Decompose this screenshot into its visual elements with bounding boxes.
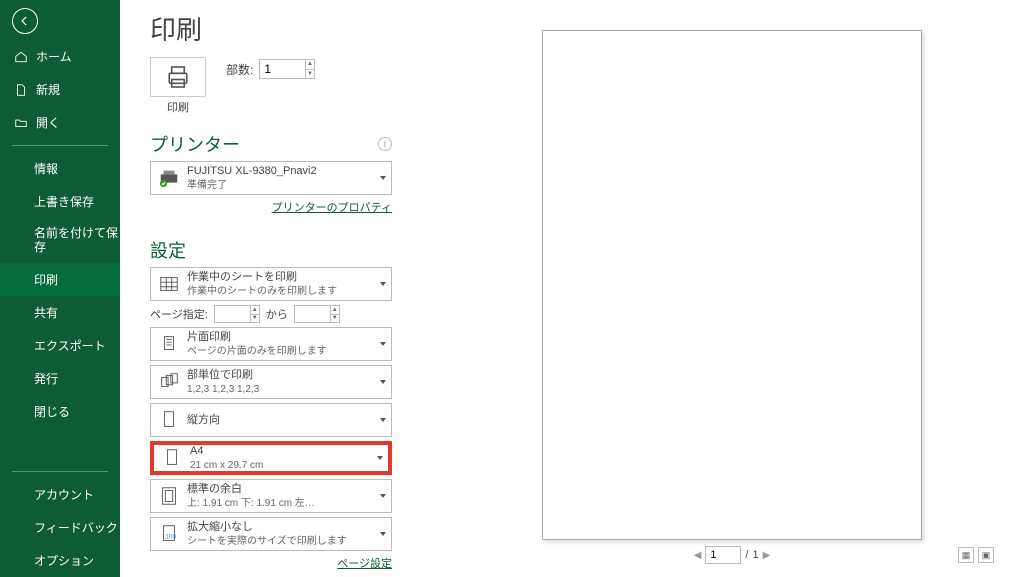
copies-label: 部数: xyxy=(226,61,253,78)
printer-properties-link[interactable]: プリンターのプロパティ xyxy=(150,199,392,215)
scaling-dropdown[interactable]: 100 拡大縮小なしシートを実際のサイズで印刷します xyxy=(150,517,392,551)
divider xyxy=(12,145,108,146)
backstage-sidebar: ホーム 新規 開く 情報 上書き保存 名前を付けて保存 印刷 共有 エクスポート… xyxy=(0,0,120,577)
sidebar-item-info[interactable]: 情報 xyxy=(0,152,120,185)
preview-page xyxy=(542,30,922,540)
single-side-icon xyxy=(157,332,181,356)
page-title: 印刷 xyxy=(150,10,392,47)
sidebar-item-save[interactable]: 上書き保存 xyxy=(0,185,120,218)
info-icon[interactable]: i xyxy=(378,137,392,151)
sidebar-label: 閉じる xyxy=(34,403,70,420)
home-icon xyxy=(14,50,28,64)
sidebar-item-close[interactable]: 閉じる xyxy=(0,395,120,428)
print-preview-panel: ◀ / 1 ▶ ▦ ▣ xyxy=(400,0,1024,577)
prev-page-button[interactable]: ◀ xyxy=(694,550,702,561)
sidebar-item-share[interactable]: 共有 xyxy=(0,296,120,329)
chevron-down-icon xyxy=(380,494,386,498)
page-range-mid: から xyxy=(266,306,288,322)
printer-status: 準備完了 xyxy=(187,179,317,192)
sidebar-label: 共有 xyxy=(34,304,58,321)
sidebar-label: 名前を付けて保存 xyxy=(34,226,120,255)
back-button[interactable] xyxy=(12,8,38,34)
sides-dropdown[interactable]: 片面印刷ページの片面のみを印刷します xyxy=(150,327,392,361)
settings-section-header: 設定 xyxy=(150,237,392,263)
svg-text:100: 100 xyxy=(165,534,176,541)
page-from-spinner[interactable]: ▲▼ xyxy=(214,305,260,323)
portrait-icon xyxy=(157,408,181,432)
collate-icon xyxy=(157,370,181,394)
sidebar-label: 発行 xyxy=(34,370,58,387)
sidebar-item-account[interactable]: アカウント xyxy=(0,478,120,511)
sidebar-label: 新規 xyxy=(36,81,60,98)
sidebar-label: アカウント xyxy=(34,486,94,503)
print-area-dropdown[interactable]: 作業中のシートを印刷作業中のシートのみを印刷します xyxy=(150,267,392,301)
sidebar-item-feedback[interactable]: フィードバック xyxy=(0,511,120,544)
printer-dropdown[interactable]: FUJITSU XL-9380_Pnavi2 準備完了 xyxy=(150,161,392,195)
sidebar-item-new[interactable]: 新規 xyxy=(0,73,120,106)
arrow-left-icon xyxy=(18,14,32,28)
chevron-down-icon xyxy=(380,380,386,384)
sidebar-label: オプション xyxy=(34,552,94,569)
copies-spinner[interactable]: ▲▼ xyxy=(259,59,315,79)
sidebar-item-save-as[interactable]: 名前を付けて保存 xyxy=(0,218,120,263)
sheet-grid-icon xyxy=(157,272,181,296)
sidebar-label: エクスポート xyxy=(34,337,106,354)
file-icon xyxy=(14,83,28,97)
sidebar-label: 上書き保存 xyxy=(34,193,94,210)
copies-input[interactable] xyxy=(260,60,304,78)
paper-size-dropdown[interactable]: A421 cm x 29.7 cm xyxy=(150,441,392,475)
preview-pager: ◀ / 1 ▶ ▦ ▣ xyxy=(460,540,1004,570)
zoom-to-page-button[interactable]: ▣ xyxy=(978,547,994,563)
pager-sep: / xyxy=(745,549,748,561)
sidebar-label: 印刷 xyxy=(34,271,58,288)
sidebar-label: フィードバック xyxy=(34,519,118,536)
printer-name: FUJITSU XL-9380_Pnavi2 xyxy=(187,164,317,178)
page-range-label: ページ指定: xyxy=(150,306,208,322)
sidebar-label: 情報 xyxy=(34,160,58,177)
no-scale-icon: 100 xyxy=(157,522,181,546)
page-size-icon xyxy=(160,446,184,470)
show-margins-button[interactable]: ▦ xyxy=(958,547,974,563)
print-settings-panel: 印刷 印刷 部数: ▲▼ プリンター i xyxy=(120,0,400,577)
sidebar-item-open[interactable]: 開く xyxy=(0,106,120,139)
page-from-input[interactable] xyxy=(215,306,250,322)
chevron-down-icon xyxy=(380,282,386,286)
print-button[interactable]: 印刷 xyxy=(150,57,206,115)
sidebar-item-options[interactable]: オプション xyxy=(0,544,120,577)
folder-open-icon xyxy=(14,116,28,130)
page-current-input[interactable] xyxy=(705,546,741,564)
chevron-down-icon xyxy=(380,342,386,346)
printer-section-label: プリンター xyxy=(150,131,240,157)
page-to-spinner[interactable]: ▲▼ xyxy=(294,305,340,323)
margins-dropdown[interactable]: 標準の余白上: 1.91 cm 下: 1.91 cm 左… xyxy=(150,479,392,513)
margins-icon xyxy=(157,484,181,508)
chevron-down-icon xyxy=(380,418,386,422)
page-setup-link[interactable]: ページ設定 xyxy=(150,555,392,571)
sidebar-item-publish[interactable]: 発行 xyxy=(0,362,120,395)
sidebar-item-print[interactable]: 印刷 xyxy=(0,263,120,296)
printer-ready-icon xyxy=(157,166,181,190)
divider xyxy=(12,471,108,472)
orientation-dropdown[interactable]: 縦方向 xyxy=(150,403,392,437)
print-button-label: 印刷 xyxy=(167,102,189,114)
settings-section-label: 設定 xyxy=(150,237,186,263)
collate-dropdown[interactable]: 部単位で印刷1,2,3 1,2,3 1,2,3 xyxy=(150,365,392,399)
spin-up-icon[interactable]: ▲ xyxy=(306,60,315,70)
printer-icon xyxy=(150,57,206,97)
chevron-down-icon xyxy=(380,532,386,536)
sidebar-item-home[interactable]: ホーム xyxy=(0,40,120,73)
sidebar-label: ホーム xyxy=(36,48,72,65)
chevron-down-icon xyxy=(377,456,383,460)
page-to-input[interactable] xyxy=(295,306,330,322)
pager-total: 1 xyxy=(752,549,758,561)
printer-section-header: プリンター i xyxy=(150,131,392,157)
sidebar-label: 開く xyxy=(36,114,60,131)
chevron-down-icon xyxy=(380,176,386,180)
next-page-button[interactable]: ▶ xyxy=(763,550,771,561)
sidebar-item-export[interactable]: エクスポート xyxy=(0,329,120,362)
spin-down-icon[interactable]: ▼ xyxy=(306,70,315,79)
